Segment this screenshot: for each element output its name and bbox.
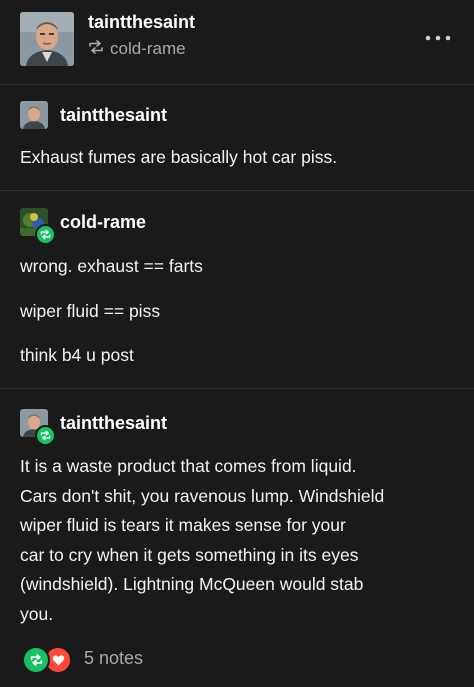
divider: [0, 190, 474, 191]
post-text: think b4 u post: [20, 345, 134, 365]
post-author-row[interactable]: taintthesaint: [20, 409, 167, 446]
post-username[interactable]: taintthesaint: [60, 413, 167, 434]
reblog-badge-icon: [35, 425, 56, 446]
post-text-line: wiper fluid is tears it makes sense for …: [20, 515, 346, 535]
divider: [0, 84, 474, 85]
post-username[interactable]: cold-rame: [60, 212, 146, 233]
more-dots-icon[interactable]: [422, 28, 454, 48]
post-author-row[interactable]: taintthesaint: [20, 101, 167, 129]
notes-count[interactable]: 5 notes: [84, 648, 143, 669]
post-username[interactable]: taintthesaint: [60, 105, 167, 126]
post-author-row[interactable]: cold-rame: [20, 208, 146, 245]
reblogged-from[interactable]: cold-rame: [88, 39, 186, 59]
avatar[interactable]: [20, 208, 56, 245]
reblogged-from-username: cold-rame: [110, 39, 186, 58]
post-text-line: car to cry when it gets something in its…: [20, 544, 359, 565]
post-footer: 5 notes: [22, 645, 143, 674]
post-header: taintthesaint cold-rame: [0, 0, 474, 84]
avatar[interactable]: [20, 12, 74, 66]
header-username[interactable]: taintthesaint: [88, 12, 195, 33]
reblog-icon: [22, 646, 50, 674]
post-text: wrong. exhaust == farts: [20, 256, 203, 276]
post-text: Exhaust fumes are basically hot car piss…: [20, 147, 338, 167]
post-text-line: It is a waste product that comes from li…: [20, 456, 357, 476]
notes-icons[interactable]: [22, 645, 72, 674]
post-text: wiper fluid == piss: [20, 301, 161, 321]
post-body: It is a waste product that comes from li…: [20, 452, 460, 629]
post-text-line: you.: [20, 603, 54, 624]
post-text-line: Cars don't shit, you ravenous lump. Wind…: [20, 485, 385, 506]
avatar[interactable]: [20, 409, 56, 446]
reblog-icon: [88, 39, 104, 59]
post-text-line: (windshield). Lightning McQueen would st…: [20, 574, 364, 594]
reblog-badge-icon: [35, 224, 56, 245]
divider: [0, 388, 474, 389]
avatar[interactable]: [20, 101, 48, 129]
